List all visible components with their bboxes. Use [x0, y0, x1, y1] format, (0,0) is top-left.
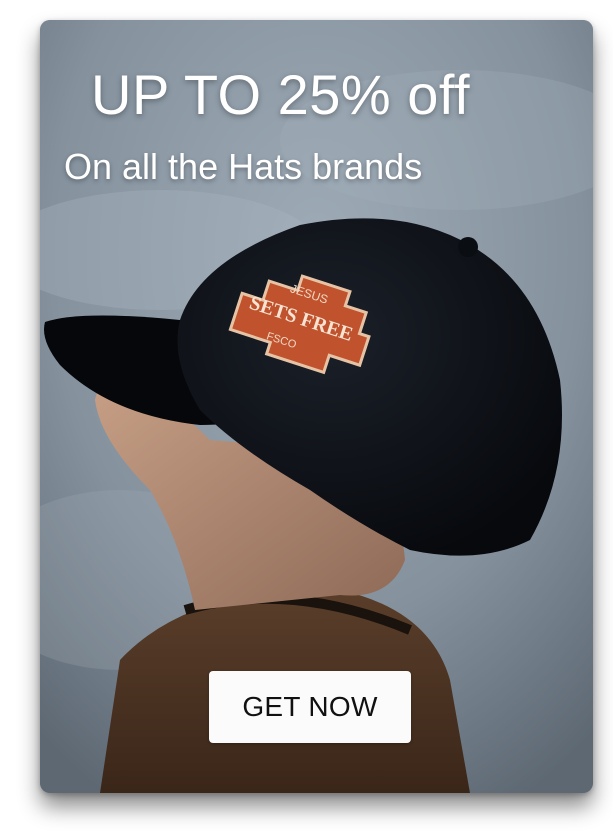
- get-now-button[interactable]: GET NOW: [209, 671, 411, 743]
- promo-subheadline: On all the Hats brands: [64, 146, 423, 187]
- promo-headline: UP TO 25% off: [91, 63, 471, 126]
- promo-card: JESUS SETS FREE FSCO UP TO 25% off On al…: [40, 20, 593, 793]
